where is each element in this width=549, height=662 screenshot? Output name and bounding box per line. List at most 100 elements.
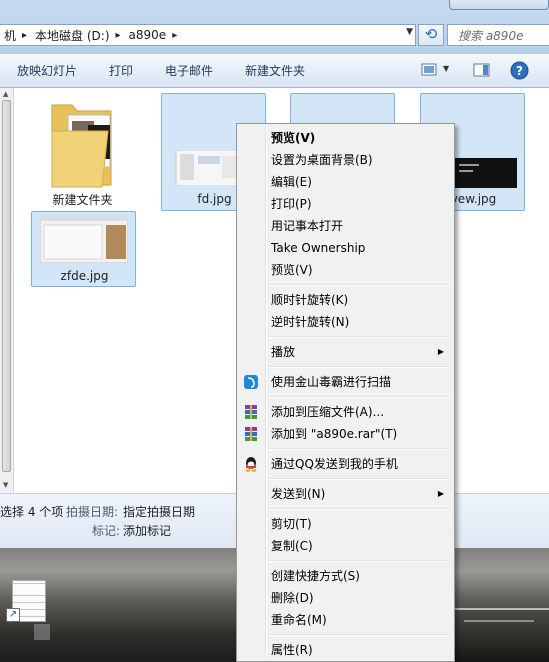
menu-item-edit[interactable]: 编辑(E): [239, 171, 452, 193]
menu-item-label: 删除(D): [271, 591, 314, 605]
window-controls[interactable]: [449, 0, 549, 10]
menu-separator: [269, 634, 450, 636]
tag-field[interactable]: 添加标记: [123, 522, 171, 539]
menu-item-rename[interactable]: 重命名(M): [239, 609, 452, 631]
menu-item-label: 属性(R): [271, 643, 313, 657]
menu-item-label: 使用金山毒霸进行扫描: [271, 375, 392, 389]
menu-item-label: 编辑(E): [271, 175, 312, 189]
search-input[interactable]: 搜索 a890e: [447, 24, 549, 46]
menu-item-label: 重命名(M): [271, 613, 327, 627]
folder-icon: [51, 104, 112, 188]
menu-item-delete[interactable]: 删除(D): [239, 587, 452, 609]
menu-item-print[interactable]: 打印(P): [239, 193, 452, 215]
menu-item-scan-duba[interactable]: 使用金山毒霸进行扫描: [239, 371, 452, 393]
menu-item-cut[interactable]: 剪切(T): [239, 513, 452, 535]
shortcut-arrow-icon: ↗: [6, 608, 20, 622]
email-button[interactable]: 电子邮件: [148, 54, 228, 88]
menu-item-rotate-cw[interactable]: 顺时针旋转(K): [239, 289, 452, 311]
chevron-right-icon[interactable]: ▸: [114, 30, 125, 41]
desktop-shortcut-label: [34, 624, 50, 640]
menu-item-create-shortcut[interactable]: 创建快捷方式(S): [239, 565, 452, 587]
desktop-pier-image: [454, 608, 549, 662]
menu-item-label: 打印(P): [271, 197, 312, 211]
menu-separator: [269, 366, 450, 368]
menu-item-open-notepad[interactable]: 用记事本打开: [239, 215, 452, 237]
preview-pane-icon[interactable]: [473, 63, 491, 77]
menu-item-send-to[interactable]: 发送到(N) ▶: [239, 483, 452, 505]
scrollbar-thumb[interactable]: [2, 100, 11, 472]
menu-item-label: Take Ownership: [271, 241, 366, 255]
view-controls: ▼ ?: [419, 54, 549, 88]
menu-separator: [269, 448, 450, 450]
command-bar: 放映幻灯片 打印 电子邮件 新建文件夹 ▼ ?: [0, 54, 549, 88]
refresh-button[interactable]: ⟲: [418, 24, 444, 46]
menu-item-label: 创建快捷方式(S): [271, 569, 360, 583]
menu-item-set-wallpaper[interactable]: 设置为桌面背景(B): [239, 149, 452, 171]
menu-item-label: 剪切(T): [271, 517, 312, 531]
scroll-up-icon[interactable]: ▲: [3, 90, 8, 98]
vertical-scrollbar[interactable]: ▲ ▼: [0, 88, 14, 493]
breadcrumb-computer[interactable]: 机: [0, 25, 20, 45]
image-thumbnail: [40, 215, 128, 263]
menu-item-label: 添加到 "a890e.rar"(T): [271, 427, 398, 441]
menu-separator: [269, 478, 450, 480]
menu-item-properties[interactable]: 属性(R): [239, 639, 452, 661]
file-item-folder[interactable]: 新建文件夹: [30, 93, 135, 211]
chevron-down-icon[interactable]: ▼: [406, 27, 413, 37]
menu-item-label: 顺时针旋转(K): [271, 293, 349, 307]
search-placeholder: 搜索 a890e: [458, 28, 524, 43]
winrar-icon: [245, 427, 257, 441]
menu-item-take-ownership[interactable]: Take Ownership: [239, 237, 452, 259]
chevron-right-icon[interactable]: ▸: [20, 30, 31, 41]
tag-label: 标记:: [92, 524, 121, 538]
menu-item-label: 逆时针旋转(N): [271, 315, 350, 329]
print-button[interactable]: 打印: [92, 54, 148, 88]
menu-item-add-to-rar[interactable]: 添加到 "a890e.rar"(T): [239, 423, 452, 445]
context-menu: 预览(V) 设置为桌面背景(B) 编辑(E) 打印(P) 用记事本打开 Take…: [236, 123, 455, 662]
date-label: 拍摄日期:: [66, 505, 119, 519]
file-name: zfde.jpg: [60, 269, 109, 283]
breadcrumb-folder[interactable]: a890e: [125, 25, 171, 45]
title-bar: 机 ▸ 本地磁盘 (D:) ▸ a890e ▸ ▼ ⟲ 搜索 a890e: [0, 0, 549, 54]
file-name: 新建文件夹: [52, 193, 113, 207]
svg-text:?: ?: [516, 64, 523, 78]
submenu-arrow-icon: ▶: [437, 347, 444, 356]
menu-separator: [269, 508, 450, 510]
file-item-image[interactable]: zfde.jpg: [31, 211, 136, 287]
menu-separator: [269, 336, 450, 338]
change-view-icon[interactable]: [421, 63, 439, 77]
menu-item-label: 通过QQ发送到我的手机: [271, 457, 398, 471]
date-field[interactable]: 指定拍摄日期: [123, 503, 195, 520]
menu-item-label: 预览(V): [271, 131, 316, 145]
scroll-down-icon[interactable]: ▼: [3, 481, 8, 489]
menu-item-rotate-ccw[interactable]: 逆时针旋转(N): [239, 311, 452, 333]
qq-icon: [245, 457, 257, 472]
view-dropdown-icon[interactable]: ▼: [443, 64, 449, 73]
menu-item-label: 发送到(N): [271, 487, 326, 501]
menu-item-label: 播放: [271, 345, 296, 359]
menu-item-label: 添加到压缩文件(A)...: [271, 405, 385, 419]
menu-item-send-qq[interactable]: 通过QQ发送到我的手机: [239, 453, 452, 475]
menu-item-label: 预览(V): [271, 263, 313, 277]
duba-icon: [244, 375, 258, 389]
address-bar[interactable]: 机 ▸ 本地磁盘 (D:) ▸ a890e ▸ ▼: [0, 24, 416, 46]
menu-item-label: 设置为桌面背景(B): [271, 153, 373, 167]
menu-item-preview-2[interactable]: 预览(V): [239, 259, 452, 281]
new-folder-button[interactable]: 新建文件夹: [228, 54, 320, 88]
menu-separator: [269, 560, 450, 562]
menu-item-label: 复制(C): [271, 539, 313, 553]
desktop-shortcut-icon[interactable]: ↗: [4, 580, 50, 640]
menu-separator: [269, 284, 450, 286]
menu-item-add-archive[interactable]: 添加到压缩文件(A)...: [239, 401, 452, 423]
menu-item-play[interactable]: 播放 ▶: [239, 341, 452, 363]
selection-count: 选择 4 个项: [0, 505, 64, 519]
help-icon[interactable]: ?: [510, 61, 529, 80]
menu-item-copy[interactable]: 复制(C): [239, 535, 452, 557]
breadcrumb-drive-d[interactable]: 本地磁盘 (D:): [31, 25, 113, 45]
submenu-arrow-icon: ▶: [437, 489, 444, 498]
slideshow-button[interactable]: 放映幻灯片: [0, 54, 92, 88]
menu-separator: [269, 396, 450, 398]
chevron-right-icon[interactable]: ▸: [170, 30, 181, 41]
menu-item-preview[interactable]: 预览(V): [239, 127, 452, 149]
winrar-icon: [245, 405, 257, 419]
